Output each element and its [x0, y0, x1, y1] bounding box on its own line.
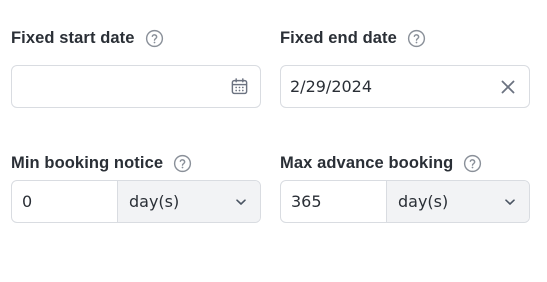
max-advance-booking-label-row: Max advance booking — [280, 152, 530, 174]
clear-x-icon[interactable] — [498, 66, 518, 107]
min-booking-notice-label: Min booking notice — [11, 153, 164, 172]
max-advance-booking-unit-select[interactable]: day(s) — [387, 181, 529, 222]
min-booking-notice-unit-select[interactable]: day(s) — [118, 181, 260, 222]
fixed-end-date-value: 2/29/2024 — [290, 77, 373, 96]
fixed-end-date-field: Fixed end date 2/29/2024 — [280, 27, 530, 108]
fixed-start-date-field: Fixed start date — [11, 27, 261, 108]
fixed-end-date-label-row: Fixed end date — [280, 27, 530, 49]
chevron-down-icon — [503, 181, 517, 222]
min-booking-notice-input[interactable]: 0 — [12, 181, 118, 222]
fixed-start-date-input[interactable] — [11, 65, 261, 108]
help-icon[interactable] — [407, 29, 426, 48]
help-icon[interactable] — [173, 154, 192, 173]
max-advance-booking-input[interactable]: 365 — [281, 181, 387, 222]
help-icon[interactable] — [463, 154, 482, 173]
help-icon[interactable] — [145, 29, 164, 48]
min-booking-notice-control: 0 day(s) — [11, 180, 261, 223]
min-booking-notice-unit-label: day(s) — [129, 192, 180, 211]
max-advance-booking-unit-label: day(s) — [398, 192, 449, 211]
min-booking-notice-field: Min booking notice 0 day(s) — [11, 152, 261, 223]
chevron-down-icon — [234, 181, 248, 222]
fixed-end-date-input[interactable]: 2/29/2024 — [280, 65, 530, 108]
fixed-start-date-label: Fixed start date — [11, 28, 135, 47]
min-booking-notice-label-row: Min booking notice — [11, 152, 261, 174]
max-advance-booking-control: 365 day(s) — [280, 180, 530, 223]
calendar-icon[interactable] — [229, 66, 249, 107]
max-advance-booking-label: Max advance booking — [280, 153, 454, 172]
max-advance-booking-field: Max advance booking 365 day(s) — [280, 152, 530, 223]
fixed-start-date-label-row: Fixed start date — [11, 27, 261, 49]
fixed-end-date-label: Fixed end date — [280, 28, 397, 47]
